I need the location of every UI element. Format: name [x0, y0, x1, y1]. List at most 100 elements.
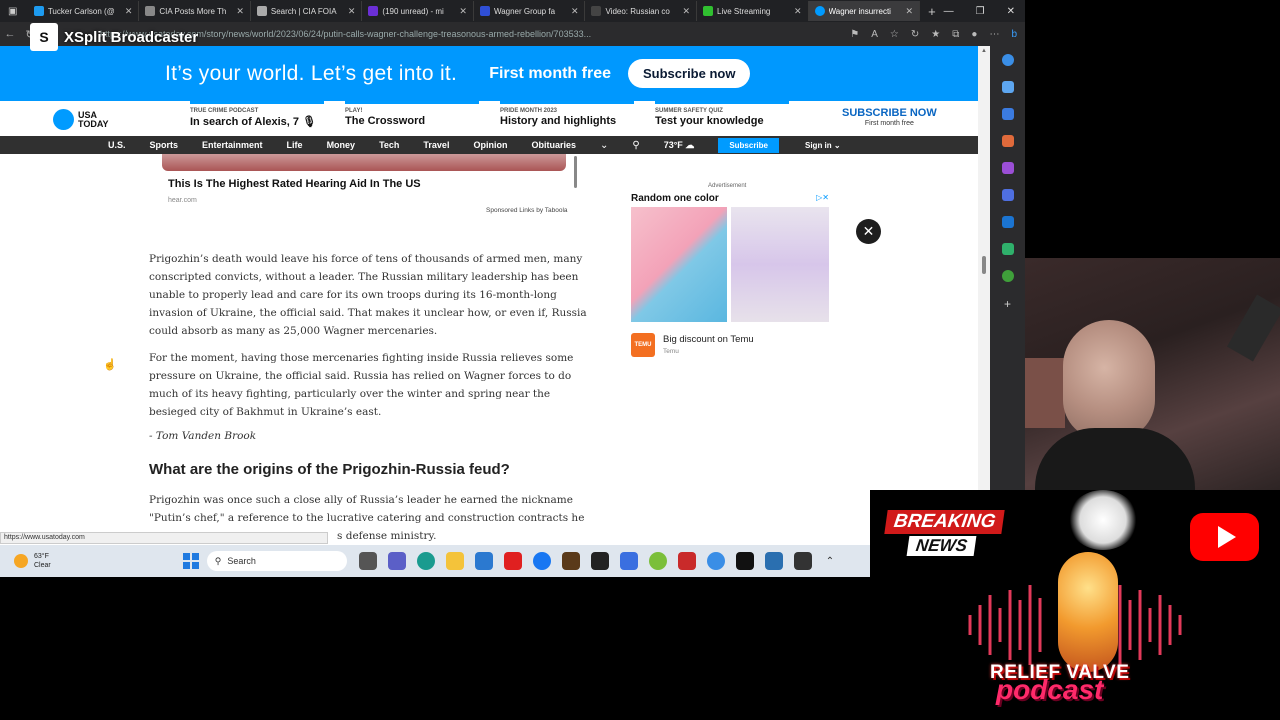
tab-wagner-group[interactable]: Wagner Group fa ✕ — [474, 1, 586, 21]
more-icon[interactable]: ⋯ — [989, 29, 999, 40]
tree-icon[interactable] — [1001, 270, 1014, 282]
new-tab-icon[interactable]: + — [920, 4, 944, 19]
nav-obituaries[interactable]: Obituaries — [531, 140, 576, 150]
nav-us[interactable]: U.S. — [108, 140, 126, 150]
nav-subscribe-button[interactable]: Subscribe — [718, 137, 779, 153]
nav-money[interactable]: Money — [327, 140, 356, 150]
sign-in-link[interactable]: Sign in ⌄ — [805, 141, 841, 150]
xsplit-icon[interactable] — [764, 552, 783, 570]
tab-live-streaming[interactable]: Live Streaming ✕ — [697, 1, 809, 21]
promo-crossword[interactable]: PLAY! The Crossword — [345, 101, 480, 127]
copilot-icon[interactable] — [1001, 189, 1014, 201]
temu-product-image-1[interactable] — [631, 207, 727, 322]
close-tab-icon[interactable]: ✕ — [571, 6, 579, 17]
search-icon[interactable]: ⚲ — [632, 140, 639, 151]
edge-icon[interactable] — [416, 552, 435, 570]
promo-podcast[interactable]: TRUE CRIME PODCAST In search of Alexis, … — [190, 101, 325, 128]
nav-sports[interactable]: Sports — [150, 140, 179, 150]
hearing-aid-ad-image[interactable] — [162, 154, 566, 171]
windows-start-icon[interactable] — [182, 553, 199, 569]
amazon-icon[interactable] — [590, 552, 609, 570]
file-explorer-icon[interactable] — [445, 552, 464, 570]
tab-cia-foia[interactable]: Search | CIA FOIA ✕ — [251, 1, 363, 21]
scrollbar-thumb[interactable] — [982, 256, 986, 274]
close-tab-icon[interactable]: ✕ — [459, 6, 467, 17]
scroll-up-icon[interactable]: ▲ — [981, 48, 987, 54]
refresh-icon[interactable]: ↻ — [911, 29, 919, 40]
tiktok-icon[interactable] — [735, 552, 754, 570]
close-ad-button[interactable]: ✕ — [856, 219, 881, 244]
search-icon[interactable] — [1001, 54, 1014, 66]
back-icon[interactable]: ← — [0, 28, 20, 40]
taskbar-search[interactable]: ⚲ Search — [206, 551, 347, 571]
close-tab-icon[interactable]: ✕ — [794, 6, 802, 17]
nav-travel[interactable]: Travel — [423, 140, 449, 150]
hearing-aid-ad-title[interactable]: This Is The Highest Rated Hearing Aid In… — [168, 178, 421, 190]
temu-ad[interactable]: Random one color ▷✕ TEMU Big discount on… — [631, 193, 829, 363]
chevron-up-icon[interactable]: ⌃ — [826, 556, 834, 567]
games-icon[interactable] — [1001, 162, 1014, 174]
drop-icon[interactable] — [1001, 243, 1014, 255]
taskbar-weather[interactable]: 63°F Clear — [14, 552, 51, 570]
taboola-sponsored[interactable]: Sponsored Links by Taboola — [486, 207, 568, 214]
youtube-icon[interactable] — [503, 552, 522, 570]
store-icon[interactable] — [474, 552, 493, 570]
close-tab-icon[interactable]: ✕ — [348, 6, 356, 17]
copilot-icon[interactable]: b — [1011, 29, 1017, 40]
banner-subscribe-button[interactable]: Subscribe now — [628, 59, 751, 88]
adchoices-icon[interactable]: ▷✕ — [816, 193, 829, 202]
tab-wagner-insurrection[interactable]: Wagner insurrecti ✕ — [808, 1, 921, 21]
shield-icon[interactable] — [677, 552, 696, 570]
shopping-icon[interactable] — [1001, 108, 1014, 120]
shopping-bag-icon[interactable] — [619, 552, 638, 570]
article-paragraph: For the moment, having those mercenaries… — [149, 352, 574, 418]
minimize-icon[interactable]: — — [944, 6, 954, 17]
tab-mail[interactable]: (190 unread) - mi ✕ — [362, 1, 474, 21]
promo-quiz[interactable]: SUMMER SAFETY QUIZ Test your knowledge — [655, 101, 790, 127]
tab-video[interactable]: Video: Russian co ✕ — [585, 1, 698, 21]
tab-cia-posts[interactable]: CIA Posts More Th ✕ — [139, 1, 251, 21]
temu-product-image-2[interactable] — [731, 207, 829, 322]
close-window-icon[interactable]: ✕ — [1007, 6, 1015, 17]
read-aloud-icon[interactable]: A — [871, 29, 878, 40]
outlook-icon[interactable] — [1001, 216, 1014, 228]
subscribe-banner[interactable]: It’s your world. Let’s get into it. Firs… — [0, 46, 978, 101]
promo-pride[interactable]: PRIDE MONTH 2023 History and highlights — [500, 101, 635, 127]
nav-entertainment[interactable]: Entertainment — [202, 140, 263, 150]
usa-today-logo[interactable]: USA TODAY — [53, 109, 109, 130]
restore-icon[interactable]: ❐ — [976, 6, 985, 17]
ups-icon[interactable] — [561, 552, 580, 570]
close-tab-icon[interactable]: ✕ — [682, 6, 690, 17]
webull-icon[interactable] — [648, 552, 667, 570]
tab-twitter[interactable]: Tucker Carlson (@ ✕ — [28, 1, 140, 21]
task-view-icon[interactable] — [358, 552, 377, 570]
banner-tagline: It’s your world. Let’s get into it. — [165, 61, 458, 85]
status-url: https://www.usatoday.com — [0, 532, 328, 544]
favorites-icon[interactable]: ★ — [931, 29, 940, 40]
close-tab-icon[interactable]: ✕ — [125, 6, 133, 17]
discover-icon[interactable] — [1001, 81, 1014, 93]
copilot-icon[interactable] — [706, 552, 725, 570]
subscribe-now-link[interactable]: SUBSCRIBE NOW First month free — [842, 107, 937, 127]
profile-icon[interactable]: ● — [971, 29, 977, 40]
favorite-icon[interactable]: ☆ — [890, 29, 899, 40]
temu-ad-title[interactable]: Big discount on Temu — [663, 334, 754, 345]
close-tab-icon[interactable]: ✕ — [906, 6, 914, 17]
collections-icon[interactable]: ⧉ — [952, 29, 959, 40]
page-scrollbar[interactable]: ▲ — [978, 46, 990, 545]
nav-opinion[interactable]: Opinion — [473, 140, 507, 150]
weather-temp[interactable]: 73°F ☁ — [664, 140, 695, 151]
audio-icon[interactable] — [793, 552, 812, 570]
add-icon[interactable]: + — [1004, 297, 1011, 311]
close-tab-icon[interactable]: ✕ — [236, 6, 244, 17]
facebook-icon[interactable] — [532, 552, 551, 570]
tab-actions-icon[interactable]: ▣ — [0, 1, 28, 21]
extension-icon[interactable]: ⚑ — [850, 29, 859, 40]
ad-scrollbar[interactable] — [574, 156, 577, 188]
nav-life[interactable]: Life — [287, 140, 303, 150]
tools-icon[interactable] — [1001, 135, 1014, 147]
teams-icon[interactable] — [387, 552, 406, 570]
section-heading: What are the origins of the Prigozhin-Ru… — [149, 461, 510, 478]
more-menu-icon[interactable]: ⌄ — [600, 140, 608, 151]
nav-tech[interactable]: Tech — [379, 140, 399, 150]
